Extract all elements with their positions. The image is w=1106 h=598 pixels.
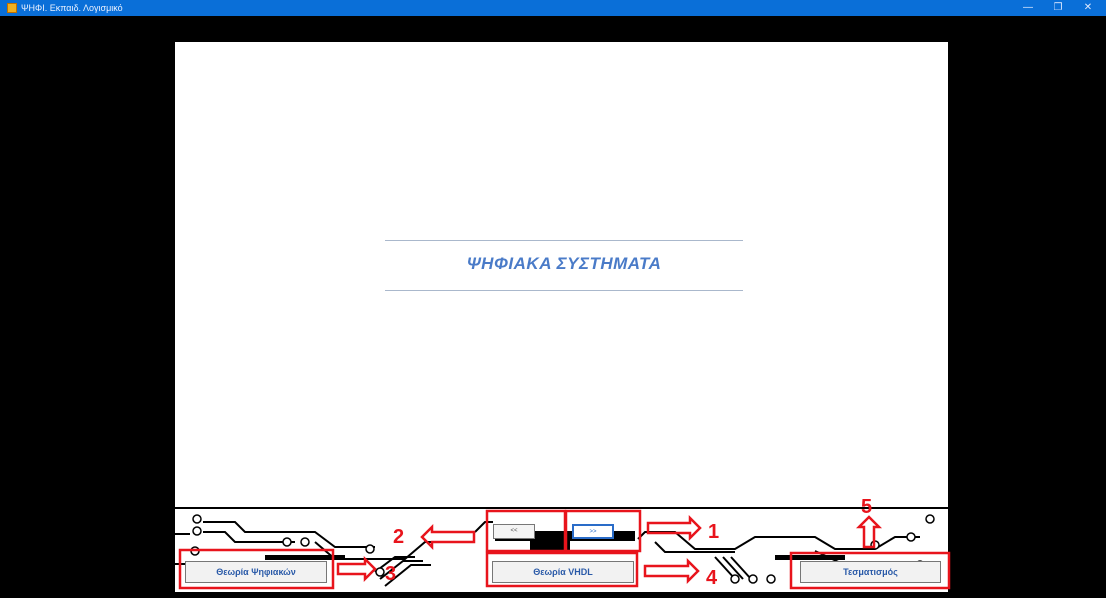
main-window: ΨΗΦΙΑΚΑ ΣΥΣΤΗΜΑΤΑ << >> Θεωρία Ψηφιακών … [175,42,948,592]
title-rule-top [385,240,743,241]
previous-button[interactable]: << [493,524,535,539]
title-bar: ΨΗΦΙ. Εκπαιδ. Λογισμικό — ❐ ✕ [0,0,1106,16]
content-area: ΨΗΦΙΑΚΑ ΣΥΣΤΗΜΑΤΑ [175,42,948,506]
digital-theory-button[interactable]: Θεωρία Ψηφιακών [185,561,327,583]
next-button[interactable]: >> [572,524,614,539]
test-button[interactable]: Τεσματισμός [800,561,941,583]
app-icon [7,3,17,13]
title-rule-bottom [385,290,743,291]
close-button[interactable]: ✕ [1078,0,1098,16]
minimize-button[interactable]: — [1018,0,1038,16]
vhdl-theory-button[interactable]: Θεωρία VHDL [492,561,634,583]
maximize-button[interactable]: ❐ [1048,0,1068,16]
app-title: ΨΗΦΙΑΚΑ ΣΥΣΤΗΜΑΤΑ [466,254,662,273]
window-title: ΨΗΦΙ. Εκπαιδ. Λογισμικό [21,3,123,13]
